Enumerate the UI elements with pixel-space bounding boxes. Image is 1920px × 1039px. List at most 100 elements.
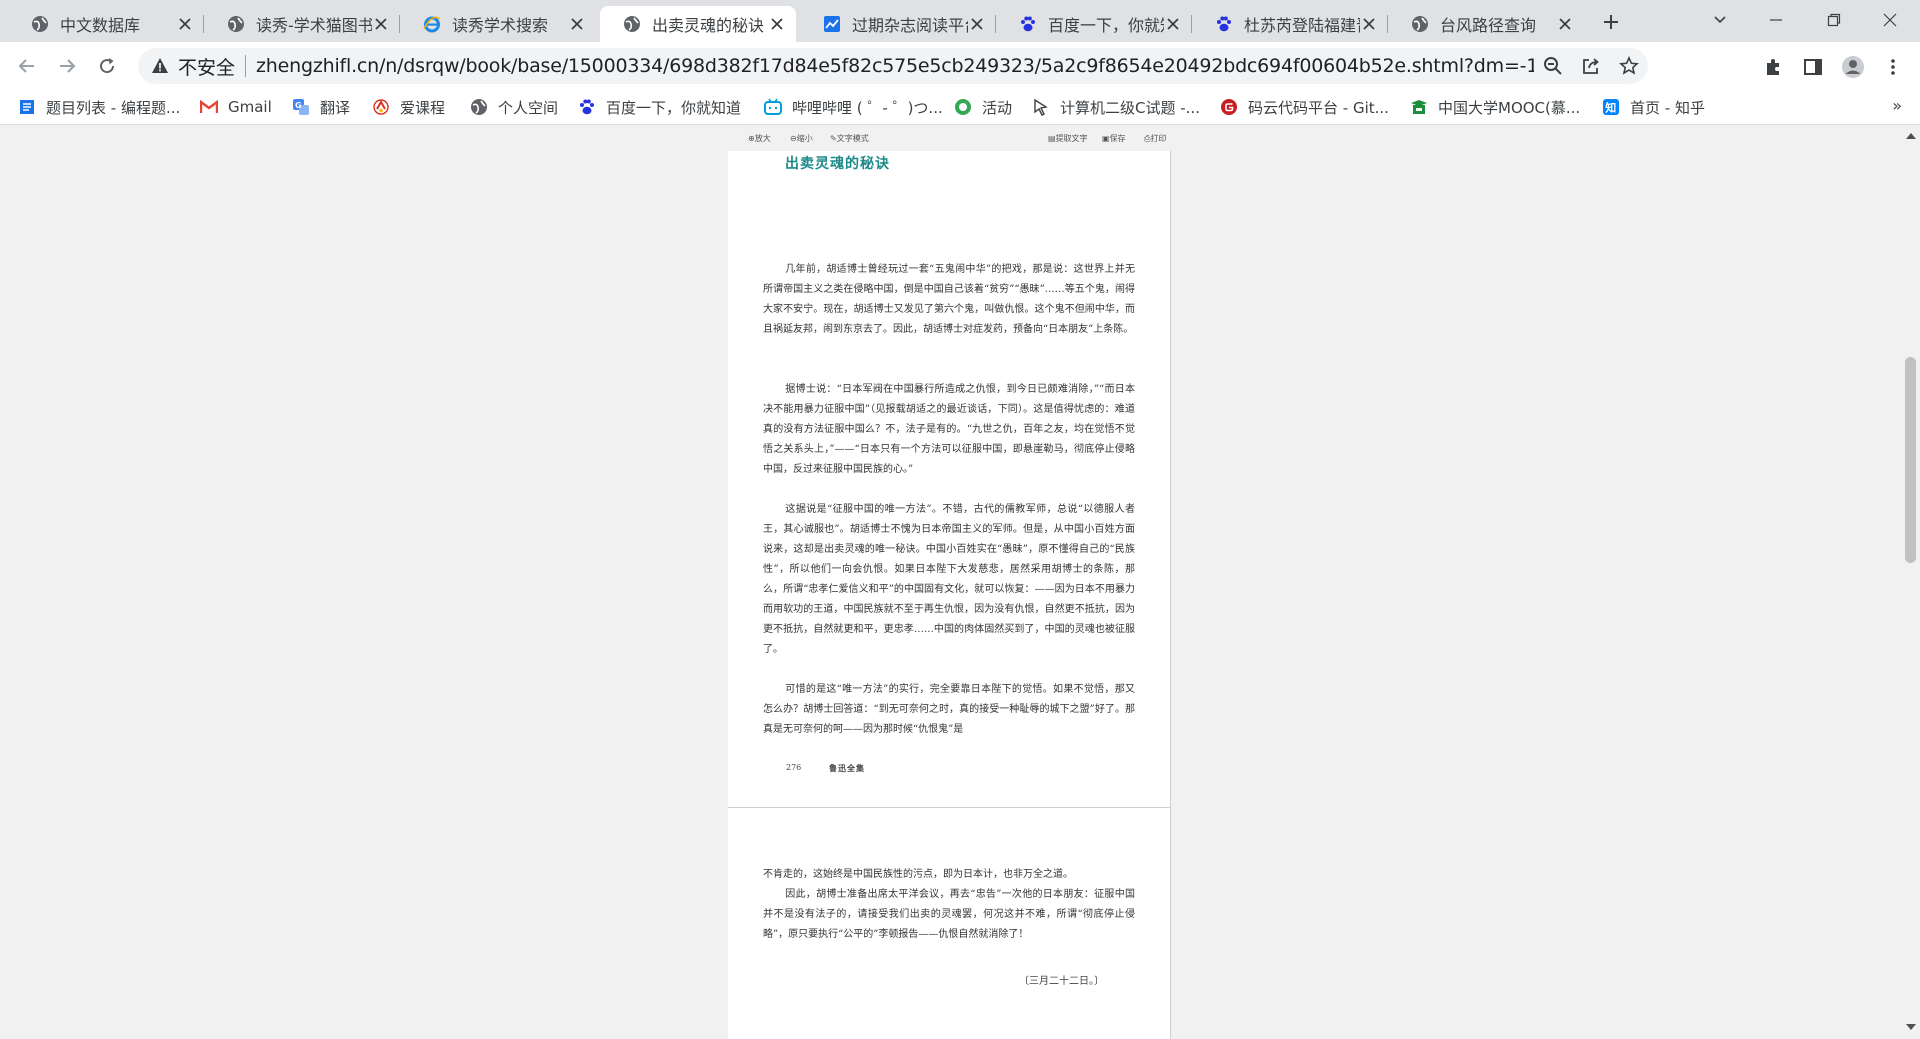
close-icon[interactable] <box>1360 15 1378 33</box>
minimize-icon <box>1770 19 1782 21</box>
book-page: 出卖灵魂的秘诀 几年前，胡适博士曾经玩过一套“五鬼闹中华”的把戏，那是说：这世界… <box>728 151 1171 808</box>
paragraph: 据博士说：“日本军阀在中国暴行所造成之仇恨，到今日已颇难消除，”“而日本决不能用… <box>763 380 1135 480</box>
date-line: 〔三月二十二日。〕 <box>1019 976 1104 987</box>
bookmark-item[interactable]: 码云代码平台 - Git... <box>1220 94 1389 120</box>
print-label: 打印 <box>1150 134 1167 143</box>
profile-avatar[interactable] <box>1840 54 1866 80</box>
translate-icon: G <box>292 98 310 116</box>
bookmark-label: 码云代码平台 - Git... <box>1248 98 1389 117</box>
bookmark-item[interactable]: 题目列表 - 编程题... <box>18 94 180 120</box>
paragraph-text: 据博士说：“日本军阀在中国暴行所造成之仇恨，到今日已颇难消除，”“而日本决不能用… <box>763 384 1135 475</box>
bookmark-label: Gmail <box>228 98 272 116</box>
star-icon[interactable] <box>1610 48 1648 84</box>
zoom-in-button[interactable]: ⊕放大 <box>748 133 771 144</box>
bookmark-item[interactable]: 个人空间 <box>470 94 558 120</box>
print-button[interactable]: ⎙打印 <box>1144 133 1166 144</box>
paragraph: 不肯走的，这始终是中国民族性的污点，即为日本计，也非万全之道。 <box>763 865 1135 885</box>
scrollbar-thumb[interactable] <box>1905 357 1916 563</box>
ocr-label: 提取文字 <box>1055 134 1088 143</box>
bookmark-item[interactable]: 知 首页 - 知乎 <box>1602 94 1705 120</box>
back-button[interactable] <box>12 52 42 80</box>
close-icon[interactable] <box>1556 15 1574 33</box>
tab-duxiu-search[interactable]: 读秀学术搜索 <box>400 6 596 42</box>
gmail-icon <box>200 98 218 116</box>
extensions-icon[interactable] <box>1760 54 1786 80</box>
tab-title: 中文数据库 <box>60 16 141 35</box>
close-icon[interactable] <box>568 15 586 33</box>
chapter-title: 出卖灵魂的秘诀 <box>785 156 890 172</box>
text-mode-label: 文字模式 <box>836 134 869 143</box>
bookmark-item[interactable]: 爱课程 <box>372 94 445 120</box>
paragraph: 这据说是“征服中国的唯一方法”。不错，古代的儒教军师，总说“以德服人者王，其心诚… <box>763 500 1135 660</box>
vertical-scrollbar[interactable] <box>1901 125 1920 1039</box>
close-icon[interactable] <box>968 15 986 33</box>
more-bookmarks-button[interactable]: » <box>1892 96 1902 115</box>
ie-icon <box>422 14 442 34</box>
text-mode-button[interactable]: ✎文字模式 <box>830 133 869 144</box>
avatar-icon <box>1842 56 1864 78</box>
globe-icon <box>470 98 488 116</box>
new-tab-button[interactable] <box>1598 9 1624 35</box>
viewer-toolbar: ⊕放大 ⊖缩小 ✎文字模式 ▤提取文字 ▣保存 ⎙打印 <box>728 133 1171 145</box>
warning-icon[interactable] <box>150 56 170 76</box>
url-text[interactable]: zhengzhifl.cn/n/dsrqw/book/base/15000334… <box>256 55 1534 77</box>
minimize-button[interactable] <box>1748 0 1804 40</box>
zoom-in-label: 放大 <box>754 134 771 143</box>
bookmark-label: 哔哩哔哩 ( ゜- ゜)つ... <box>792 98 943 117</box>
close-icon[interactable] <box>768 15 786 33</box>
bookmark-label: 活动 <box>982 98 1013 117</box>
save-button[interactable]: ▣保存 <box>1102 133 1126 144</box>
bookmark-item[interactable]: 百度一下，你就知道 <box>578 94 741 120</box>
tab-duxiu-xueshumao[interactable]: 读秀-学术猫图书 <box>204 6 400 42</box>
tab-chumai-linghun[interactable]: 出卖灵魂的秘诀 <box>600 6 796 42</box>
scroll-down-arrow-icon[interactable] <box>1906 1024 1916 1030</box>
reload-button[interactable] <box>92 52 122 80</box>
bookmark-label: 百度一下，你就知道 <box>606 98 742 117</box>
close-icon[interactable] <box>176 15 194 33</box>
tab-guoqi-zazhi[interactable]: 过期杂志阅读平台 <box>800 6 996 42</box>
bookmarks-bar: 题目列表 - 编程题... Gmail G 翻译 爱课程 个人空间 百度一下，你… <box>0 90 1920 125</box>
bookmark-item[interactable]: 哔哩哔哩 ( ゜- ゜)つ... <box>764 94 943 120</box>
ocr-button[interactable]: ▤提取文字 <box>1048 133 1088 144</box>
bookmark-label: 计算机二级C试题 -... <box>1060 98 1200 117</box>
bookmark-item[interactable]: Gmail <box>200 94 272 120</box>
gitee-icon <box>1220 98 1238 116</box>
bookmark-item[interactable]: 计算机二级C试题 -... <box>1032 94 1200 120</box>
page-content: ⊕放大 ⊖缩小 ✎文字模式 ▤提取文字 ▣保存 ⎙打印 出卖灵魂的秘诀 几年前，… <box>0 125 1920 1039</box>
bookmark-item[interactable]: 活动 <box>954 94 1012 120</box>
address-bar[interactable]: 不安全 zhengzhifl.cn/n/dsrqw/book/base/1500… <box>138 48 1648 84</box>
close-icon[interactable] <box>372 15 390 33</box>
tab-zhongwen-database[interactable]: 中文数据库 <box>8 6 204 42</box>
share-icon[interactable] <box>1572 48 1610 84</box>
baidu-paw-icon <box>578 98 596 116</box>
restore-button[interactable] <box>1806 0 1862 40</box>
scroll-up-arrow-icon[interactable] <box>1906 133 1916 139</box>
bookmark-item[interactable]: 中国大学MOOC(慕... <box>1410 94 1580 120</box>
plus-icon <box>1604 15 1618 29</box>
page-number: 276 <box>786 763 802 772</box>
tab-search-button[interactable] <box>1692 0 1748 40</box>
mooc-icon <box>1410 98 1428 116</box>
save-label: 保存 <box>1109 134 1126 143</box>
zoom-out-label: 缩小 <box>796 134 813 143</box>
paragraph: 因此，胡博士准备出席太平洋会议，再去“忠告”一次他的日本朋友：征服中国并不是没有… <box>763 885 1135 945</box>
tab-typhoon-path[interactable]: 台风路径查询 <box>1388 6 1584 42</box>
close-icon[interactable] <box>1164 15 1182 33</box>
close-icon <box>1883 13 1897 27</box>
bookmark-label: 首页 - 知乎 <box>1630 98 1705 117</box>
insecure-label[interactable]: 不安全 <box>178 53 235 80</box>
zoom-out-button[interactable]: ⊖缩小 <box>790 133 813 144</box>
tab-strip: 中文数据库 读秀-学术猫图书 读秀学术搜索 出卖灵魂的秘诀 过期杂志阅读平台 百… <box>0 0 1920 42</box>
forward-button[interactable] <box>52 52 82 80</box>
course-icon <box>372 98 390 116</box>
tab-dusurui-typhoon[interactable]: 杜苏芮登陆福建晋江 <box>1192 6 1388 42</box>
tab-baidu[interactable]: 百度一下，你就知道 <box>996 6 1192 42</box>
bookmark-item[interactable]: G 翻译 <box>292 94 350 120</box>
close-window-button[interactable] <box>1862 0 1918 40</box>
zoom-icon[interactable] <box>1534 48 1572 84</box>
tab-title: 读秀学术搜索 <box>452 16 549 35</box>
paragraph-text: 不肯走的，这始终是中国民族性的污点，即为日本计，也非万全之道。 <box>763 869 1073 880</box>
side-panel-icon[interactable] <box>1800 54 1826 80</box>
menu-button[interactable] <box>1880 54 1906 80</box>
reload-icon <box>100 58 115 74</box>
